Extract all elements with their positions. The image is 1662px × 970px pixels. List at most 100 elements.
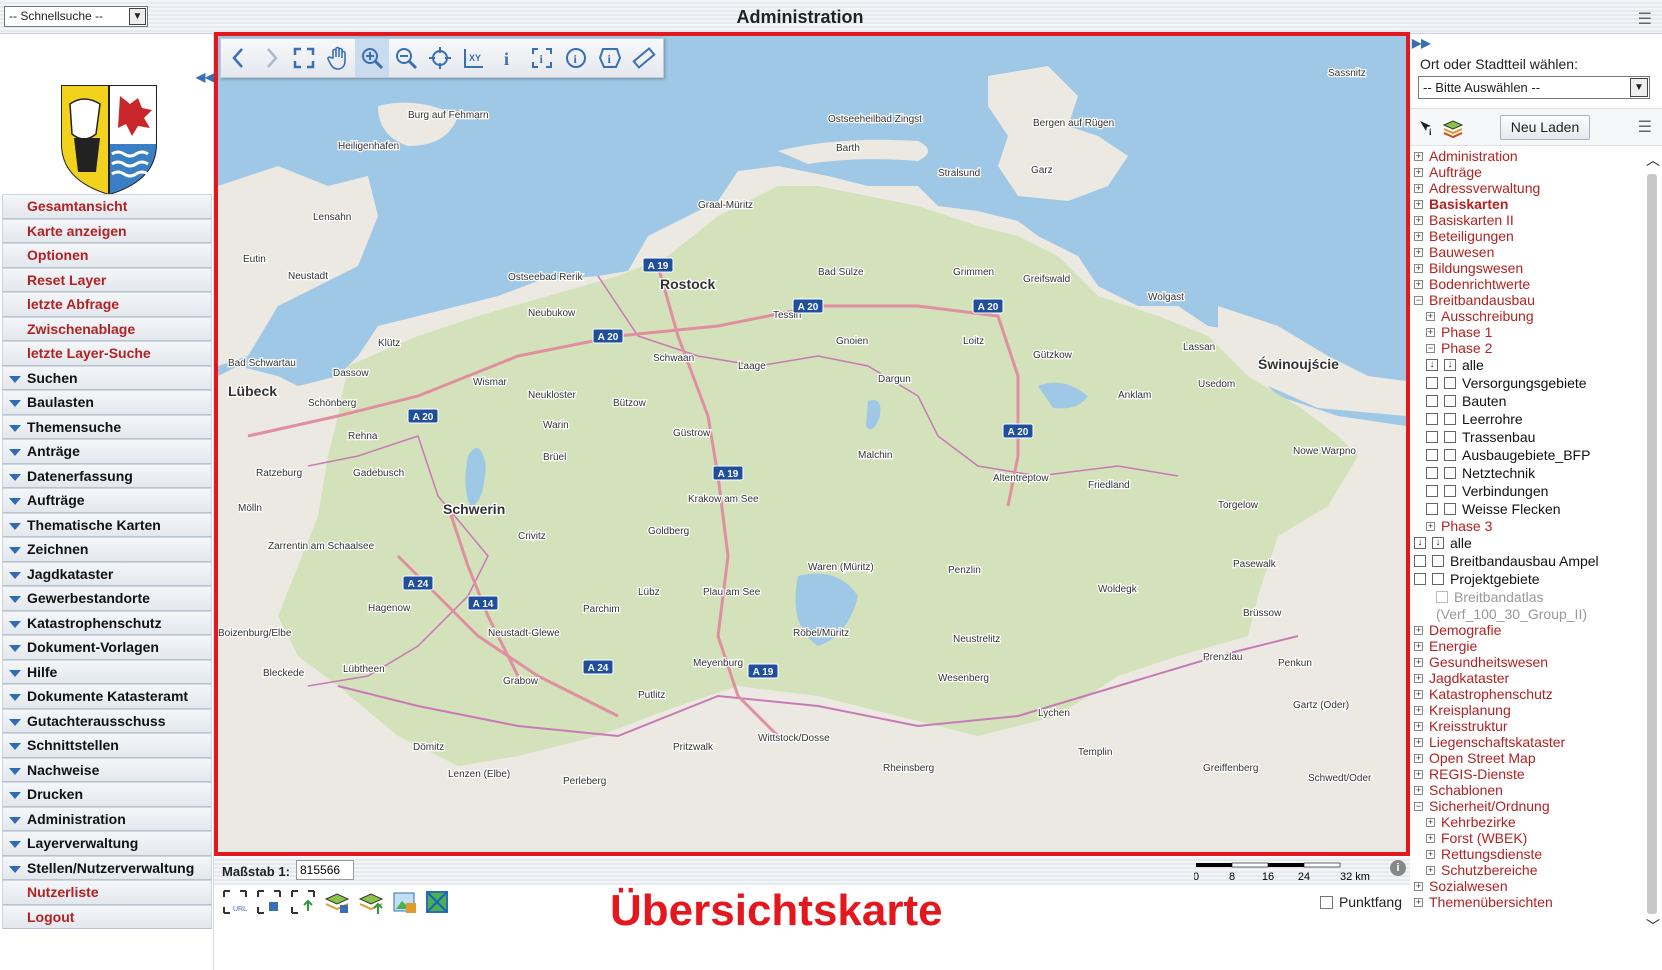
query-checkbox[interactable] (1426, 413, 1438, 425)
visibility-checkbox[interactable] (1444, 431, 1456, 443)
layer-tree-item[interactable]: + Energie (1410, 638, 1646, 654)
collapse-left-icon[interactable]: ◀◀ (196, 70, 214, 84)
layer-tree-item[interactable]: Bauten (1410, 392, 1646, 410)
layer-tree-item[interactable]: ↓ ↓ alle (1410, 356, 1646, 374)
layer-tree-item[interactable]: + Schablonen (1410, 782, 1646, 798)
map-image-icon[interactable] (392, 889, 418, 915)
nav-item-suchen[interactable]: Suchen (2, 365, 212, 390)
layer-tree-item[interactable]: + Kehrbezirke (1410, 814, 1646, 830)
expand-icon[interactable]: + (1414, 897, 1423, 907)
layer-tree-item[interactable]: + Katastrophenschutz (1410, 686, 1646, 702)
collapse-right-icon[interactable]: ▶▶ (1412, 36, 1430, 50)
coordinates-icon[interactable]: XY (457, 39, 491, 77)
nav-item-gutachterausschuss[interactable]: Gutachterausschuss (2, 708, 212, 733)
visibility-checkbox[interactable] (1444, 395, 1456, 407)
visibility-checkbox[interactable] (1444, 449, 1456, 461)
layer-tree-item[interactable]: + Jagdkataster (1410, 670, 1646, 686)
expand-icon[interactable]: + (1414, 721, 1423, 731)
nav-item-nutzerliste[interactable]: Nutzerliste (2, 880, 212, 905)
layer-tree-item[interactable]: Netztechnik (1410, 464, 1646, 482)
layer-tree-item[interactable]: + Gesundheitswesen (1410, 654, 1646, 670)
nav-item-thematische-karten[interactable]: Thematische Karten (2, 512, 212, 537)
nav-item-baulasten[interactable]: Baulasten (2, 390, 212, 415)
nav-item-schnittstellen[interactable]: Schnittstellen (2, 733, 212, 758)
nav-item-letzte-layer-suche[interactable]: letzte Layer-Suche (2, 341, 212, 366)
layer-tree-item[interactable]: + Bauwesen (1410, 244, 1646, 260)
info-circle-icon[interactable]: i (559, 39, 593, 77)
layer-tree-item[interactable]: + REGIS-Dienste (1410, 766, 1646, 782)
expand-icon[interactable]: + (1414, 279, 1423, 289)
expand-icon[interactable]: + (1414, 705, 1423, 715)
expand-icon[interactable]: + (1414, 657, 1423, 667)
info-area-icon[interactable]: i (525, 39, 559, 77)
expand-icon[interactable]: + (1414, 785, 1423, 795)
ort-select[interactable]: -- Bitte Auswählen -- ▼ (1418, 76, 1650, 99)
nav-item-nachweise[interactable]: Nachweise (2, 757, 212, 782)
expand-icon[interactable]: + (1414, 753, 1423, 763)
collapse-icon[interactable]: − (1426, 343, 1435, 353)
nav-item-datenerfassung[interactable]: Datenerfassung (2, 463, 212, 488)
layer-tree-item[interactable]: Breitbandatlas (1410, 588, 1646, 606)
info-polygon-icon[interactable]: i (593, 39, 627, 77)
expand-icon[interactable]: + (1414, 167, 1423, 177)
layer-tree-item[interactable]: − Phase 2 (1410, 340, 1646, 356)
select-export-icon[interactable] (256, 889, 282, 915)
info-icon[interactable]: i (491, 39, 525, 77)
layer-tree-item[interactable]: + Administration (1410, 148, 1646, 164)
reload-button[interactable]: Neu Laden (1500, 115, 1590, 140)
layer-tree-item[interactable]: + Themenübersichten (1410, 894, 1646, 910)
expand-icon[interactable]: + (1414, 215, 1423, 225)
select-upload-icon[interactable] (290, 889, 316, 915)
query-checkbox[interactable] (1426, 431, 1438, 443)
layer-tree-item[interactable]: Breitbandausbau Ampel (1410, 552, 1646, 570)
layer-tree-item[interactable]: (Verf_100_30_Group_II) (1410, 606, 1646, 622)
layer-tree-item[interactable]: + Aufträge (1410, 164, 1646, 180)
collapse-icon[interactable]: − (1414, 295, 1423, 305)
hamburger-icon[interactable]: ☰ (1638, 9, 1652, 29)
scroll-thumb[interactable] (1647, 174, 1657, 914)
zoom-out-icon[interactable] (389, 39, 423, 77)
layers-icon[interactable] (1442, 117, 1464, 139)
visibility-checkbox[interactable] (1444, 467, 1456, 479)
layer-tree-item[interactable]: + Bildungswesen (1410, 260, 1646, 276)
expand-icon[interactable]: + (1414, 151, 1423, 161)
layer-tree-item[interactable]: + Rettungsdienste (1410, 846, 1646, 862)
query-checkbox[interactable] (1426, 467, 1438, 479)
nav-item-zwischenablage[interactable]: Zwischenablage (2, 316, 212, 341)
nav-item-aufträge[interactable]: Aufträge (2, 488, 212, 513)
map-view[interactable]: Sassnitz Burg auf Fehmarn Ostseeheilbad Zi… (214, 32, 1410, 856)
nav-item-reset-layer[interactable]: Reset Layer (2, 267, 212, 292)
layer-tree-item[interactable]: + Demografie (1410, 622, 1646, 638)
recenter-icon[interactable] (423, 39, 457, 77)
layer-tree-item[interactable]: + Phase 1 (1410, 324, 1646, 340)
visibility-checkbox[interactable] (1444, 503, 1456, 515)
expand-icon[interactable]: + (1414, 689, 1423, 699)
nav-item-layerverwaltung[interactable]: Layerverwaltung (2, 831, 212, 856)
query-checkbox[interactable] (1414, 573, 1426, 585)
layer-menu-icon[interactable]: ☰ (1638, 117, 1652, 137)
forward-icon[interactable] (255, 39, 287, 77)
select-all-checkbox[interactable]: ↓ (1444, 359, 1456, 371)
layer-tree-item[interactable]: + Beteiligungen (1410, 228, 1646, 244)
expand-icon[interactable]: + (1426, 817, 1435, 827)
layer-info-icon[interactable]: i (1418, 119, 1436, 137)
nav-item-hilfe[interactable]: Hilfe (2, 659, 212, 684)
query-checkbox[interactable] (1426, 395, 1438, 407)
nav-item-dokumente-katasteramt[interactable]: Dokumente Katasteramt (2, 684, 212, 709)
layer-tree-item[interactable]: − Breitbandausbau (1410, 292, 1646, 308)
nav-item-gewerbestandorte[interactable]: Gewerbestandorte (2, 586, 212, 611)
layer-tree-item[interactable]: Trassenbau (1410, 428, 1646, 446)
layer-tree-item[interactable]: ↓ ↓ alle (1410, 534, 1646, 552)
scale-input[interactable] (296, 860, 354, 880)
expand-icon[interactable]: + (1414, 769, 1423, 779)
layer-tree-item[interactable]: Versorgungsgebiete (1410, 374, 1646, 392)
scale-info-icon[interactable]: i (1390, 860, 1406, 876)
layer-tree-item[interactable]: + Kreisplanung (1410, 702, 1646, 718)
nav-item-karte-anzeigen[interactable]: Karte anzeigen (2, 218, 212, 243)
nav-item-gesamtansicht[interactable]: Gesamtansicht (2, 194, 212, 219)
layer-tree-item[interactable]: Leerrohre (1410, 410, 1646, 428)
nav-item-anträge[interactable]: Anträge (2, 439, 212, 464)
select-all-checkbox[interactable]: ↓ (1426, 359, 1438, 371)
expand-icon[interactable]: + (1426, 865, 1435, 875)
measure-ruler-icon[interactable] (627, 39, 661, 77)
